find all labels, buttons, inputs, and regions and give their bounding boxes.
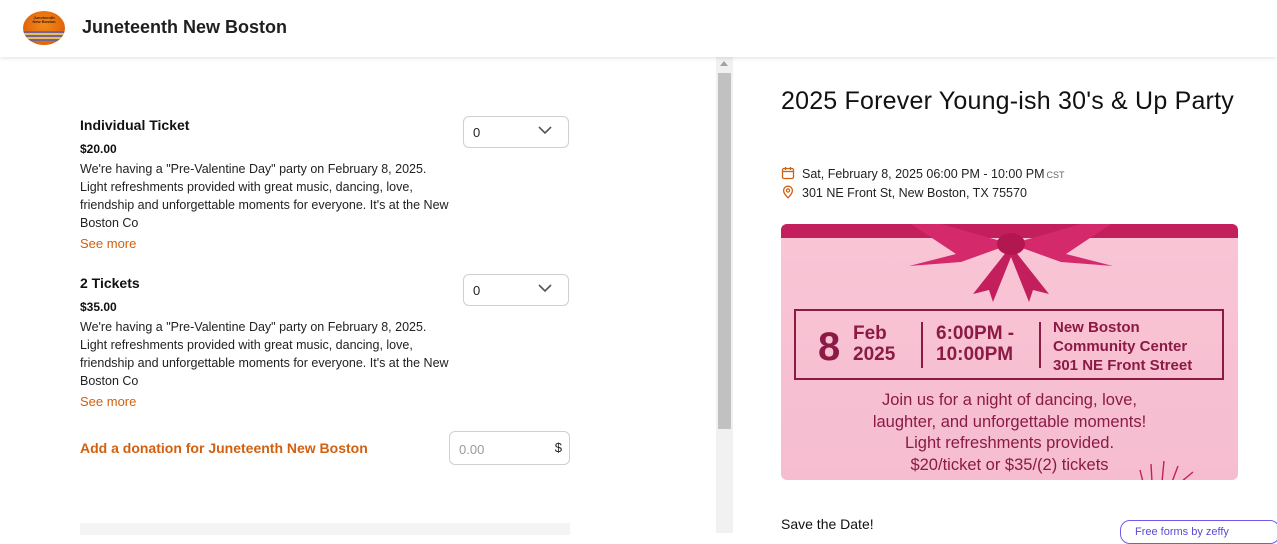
ticket-price: $20.00 xyxy=(80,142,117,156)
event-title: 2025 Forever Young-ish 30's & Up Party xyxy=(781,87,1234,115)
quantity-value: 0 xyxy=(473,125,481,140)
event-address: 301 NE Front St, New Boston, TX 75570 xyxy=(802,186,1027,200)
quantity-select-individual[interactable]: 0 xyxy=(463,116,569,148)
donation-label[interactable]: Add a donation for Juneteenth New Boston xyxy=(80,440,368,456)
currency-symbol: $ xyxy=(554,440,562,455)
location-pin-icon xyxy=(782,185,794,199)
event-datetime: Sat, February 8, 2025 06:00 PM - 10:00 P… xyxy=(802,167,1045,181)
scrollbar[interactable] xyxy=(716,57,733,533)
flyer-msg-line3: Light refreshments provided. xyxy=(904,434,1115,452)
ticket-description: We're having a "Pre-Valentine Day" party… xyxy=(80,320,449,388)
flyer-time-end: 10:00PM xyxy=(936,344,1014,365)
flyer-msg-line1: Join us for a night of dancing, love, xyxy=(882,391,1137,409)
flyer-month: Feb xyxy=(853,323,887,344)
quantity-value: 0 xyxy=(473,283,481,298)
summary-strip xyxy=(80,523,570,535)
flyer-time: 6:00PM - 10:00PM xyxy=(936,323,1014,365)
flyer-place-line2: Community Center xyxy=(1053,338,1188,355)
org-logo[interactable]: Juneteenth New Boston xyxy=(23,11,65,45)
date-info-box: 8 Feb 2025 6:00PM - 10:00PM New Boston C… xyxy=(794,309,1224,380)
donation-amount-input[interactable] xyxy=(457,439,551,459)
flyer-year: 2025 xyxy=(853,344,896,365)
ticket-name: Individual Ticket xyxy=(80,117,190,133)
event-flyer-image: 8 Feb 2025 6:00PM - 10:00PM New Boston C… xyxy=(781,224,1238,480)
see-more-link[interactable]: See more xyxy=(80,236,136,251)
quantity-select-two-tickets[interactable]: 0 xyxy=(463,274,569,306)
divider xyxy=(921,322,923,368)
event-datetime-row: Sat, February 8, 2025 06:00 PM - 10:00 P… xyxy=(781,166,1065,181)
chevron-down-icon xyxy=(538,284,552,293)
ribbon-bow-icon xyxy=(909,224,1113,302)
event-timezone: CST xyxy=(1046,170,1065,180)
calendar-icon xyxy=(781,167,795,180)
app-header: Juneteenth New Boston Juneteenth New Bos… xyxy=(0,0,1277,57)
donation-field[interactable]: $ xyxy=(449,431,570,465)
ticket-description: We're having a "Pre-Valentine Day" party… xyxy=(80,162,449,230)
event-location-row: 301 NE Front St, New Boston, TX 75570 xyxy=(781,185,1027,200)
ticket-name: 2 Tickets xyxy=(80,275,140,291)
flyer-place: New Boston Community Center 301 NE Front… xyxy=(1053,318,1192,375)
flyer-day: 8 xyxy=(818,325,841,369)
ticket-item-two-tickets: 2 Tickets $35.00 We're having a "Pre-Val… xyxy=(80,275,450,411)
see-more-link[interactable]: See more xyxy=(80,394,136,409)
chevron-down-icon xyxy=(538,126,552,135)
save-the-date-text: Save the Date! xyxy=(781,516,874,532)
logo-text: Juneteenth New Boston xyxy=(32,15,56,24)
scroll-up-arrow-icon[interactable] xyxy=(720,61,728,66)
divider xyxy=(1039,322,1041,368)
flyer-place-line3: 301 NE Front Street xyxy=(1053,357,1193,374)
org-name: Juneteenth New Boston xyxy=(82,17,288,37)
scroll-thumb[interactable] xyxy=(718,73,731,429)
logo-stripes xyxy=(23,31,65,41)
flyer-place-line1: New Boston xyxy=(1053,319,1140,336)
flyer-msg-line2: laughter, and unforgettable moments! xyxy=(872,412,1147,431)
event-details-panel: 2025 Forever Young-ish 30's & Up Party S… xyxy=(733,57,1277,544)
zeffy-badge[interactable]: Free forms by zeffy xyxy=(1120,520,1277,544)
ticket-panel: Individual Ticket $20.00 We're having a … xyxy=(0,57,716,535)
ticket-price: $35.00 xyxy=(80,300,117,314)
sparkle-icon xyxy=(1139,460,1194,480)
flyer-month-year: Feb 2025 xyxy=(853,323,895,365)
ticket-item-individual: Individual Ticket $20.00 We're having a … xyxy=(80,117,450,253)
flyer-time-start: 6:00PM - xyxy=(936,323,1015,344)
